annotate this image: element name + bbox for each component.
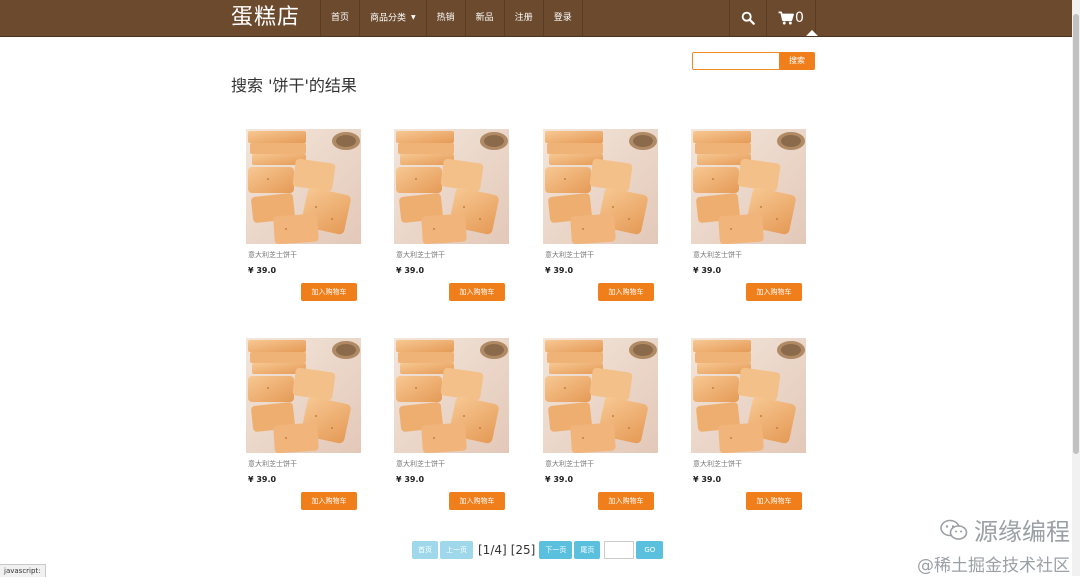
page-last-button[interactable]: 尾页 bbox=[574, 540, 601, 559]
dropdown-pointer bbox=[806, 30, 818, 36]
add-to-cart-button[interactable]: 加入购物车 bbox=[598, 283, 654, 301]
product-card: 意大利芝士饼干 ¥ 39.0 加入购物车 bbox=[394, 338, 510, 510]
biscuit-photo-icon bbox=[394, 129, 509, 244]
wechat-icon bbox=[940, 519, 968, 540]
cart-count: 0 bbox=[795, 10, 804, 26]
page-prev-button[interactable]: 上一页 bbox=[440, 540, 473, 559]
add-to-cart-button[interactable]: 加入购物车 bbox=[449, 492, 505, 510]
product-price: ¥ 39.0 bbox=[248, 266, 277, 275]
watermark: 源缘编程 @稀土掘金技术社区 bbox=[917, 512, 1070, 576]
cart-icon bbox=[778, 11, 794, 25]
scrollbar-thumb[interactable] bbox=[1073, 14, 1079, 454]
biscuit-photo-icon bbox=[691, 338, 806, 453]
product-name[interactable]: 意大利芝士饼干 bbox=[543, 459, 659, 469]
main-nav: 首页 商品分类 ▼ 热销 新品 注册 登录 bbox=[320, 0, 583, 36]
top-navbar: 蛋糕店 首页 商品分类 ▼ 热销 新品 注册 登录 0 bbox=[0, 0, 1072, 37]
search-button[interactable]: 搜索 bbox=[779, 52, 815, 70]
watermark-subtitle: @稀土掘金技术社区 bbox=[917, 556, 1070, 576]
product-price: ¥ 39.0 bbox=[545, 266, 574, 275]
biscuit-photo-icon bbox=[246, 129, 361, 244]
product-image[interactable] bbox=[543, 129, 658, 244]
product-price: ¥ 39.0 bbox=[248, 475, 277, 484]
product-name[interactable]: 意大利芝士饼干 bbox=[394, 250, 510, 260]
pagination: 首页 上一页 [1/4] [25] 下一页 尾页 GO bbox=[412, 540, 665, 559]
product-card: 意大利芝士饼干 ¥ 39.0 加入购物车 bbox=[691, 129, 807, 301]
product-name[interactable]: 意大利芝士饼干 bbox=[246, 459, 362, 469]
biscuit-photo-icon bbox=[246, 338, 361, 453]
nav-new[interactable]: 新品 bbox=[466, 0, 505, 36]
search-input[interactable] bbox=[692, 52, 782, 70]
product-image[interactable] bbox=[691, 129, 806, 244]
product-card: 意大利芝士饼干 ¥ 39.0 加入购物车 bbox=[543, 338, 659, 510]
search-icon bbox=[741, 11, 755, 25]
product-image[interactable] bbox=[394, 338, 509, 453]
brand-logo[interactable]: 蛋糕店 bbox=[231, 3, 300, 33]
product-price: ¥ 39.0 bbox=[396, 266, 425, 275]
page-total: [25] bbox=[510, 542, 536, 557]
page-status: [1/4] bbox=[478, 542, 507, 557]
search-toggle[interactable] bbox=[730, 0, 767, 36]
product-name[interactable]: 意大利芝士饼干 bbox=[691, 250, 807, 260]
nav-categories[interactable]: 商品分类 ▼ bbox=[360, 0, 427, 36]
add-to-cart-button[interactable]: 加入购物车 bbox=[746, 492, 802, 510]
nav-register[interactable]: 注册 bbox=[505, 0, 544, 36]
product-image[interactable] bbox=[246, 129, 361, 244]
page-title: 搜索 '饼干'的结果 bbox=[231, 76, 357, 95]
product-name[interactable]: 意大利芝士饼干 bbox=[246, 250, 362, 260]
nav-login[interactable]: 登录 bbox=[544, 0, 583, 36]
page-jump-input[interactable] bbox=[604, 540, 635, 559]
add-to-cart-button[interactable]: 加入购物车 bbox=[598, 492, 654, 510]
page-next-button[interactable]: 下一页 bbox=[539, 540, 573, 559]
product-card: 意大利芝士饼干 ¥ 39.0 加入购物车 bbox=[394, 129, 510, 301]
product-card: 意大利芝士饼干 ¥ 39.0 加入购物车 bbox=[246, 338, 362, 510]
product-price: ¥ 39.0 bbox=[396, 475, 425, 484]
caret-down-icon: ▼ bbox=[411, 14, 416, 21]
nav-hot[interactable]: 热销 bbox=[427, 0, 466, 36]
page-first-button[interactable]: 首页 bbox=[412, 540, 438, 559]
product-card: 意大利芝士饼干 ¥ 39.0 加入购物车 bbox=[246, 129, 362, 301]
product-image[interactable] bbox=[246, 338, 361, 453]
product-name[interactable]: 意大利芝士饼干 bbox=[691, 459, 807, 469]
product-price: ¥ 39.0 bbox=[545, 475, 574, 484]
product-card: 意大利芝士饼干 ¥ 39.0 加入购物车 bbox=[543, 129, 659, 301]
page-scrollbar[interactable] bbox=[1072, 0, 1080, 576]
add-to-cart-button[interactable]: 加入购物车 bbox=[746, 283, 802, 301]
add-to-cart-button[interactable]: 加入购物车 bbox=[301, 492, 357, 510]
nav-categories-label: 商品分类 bbox=[370, 13, 407, 24]
product-image[interactable] bbox=[543, 338, 658, 453]
product-name[interactable]: 意大利芝士饼干 bbox=[543, 250, 659, 260]
add-to-cart-button[interactable]: 加入购物车 bbox=[449, 283, 505, 301]
page-go-button[interactable]: GO bbox=[636, 540, 664, 559]
product-name[interactable]: 意大利芝士饼干 bbox=[394, 459, 510, 469]
product-card: 意大利芝士饼干 ¥ 39.0 加入购物车 bbox=[691, 338, 807, 510]
biscuit-photo-icon bbox=[394, 338, 509, 453]
nav-right: 0 bbox=[729, 0, 816, 36]
biscuit-photo-icon bbox=[543, 338, 658, 453]
product-image[interactable] bbox=[394, 129, 509, 244]
product-image[interactable] bbox=[691, 338, 806, 453]
add-to-cart-button[interactable]: 加入购物车 bbox=[301, 283, 357, 301]
watermark-title: 源缘编程 bbox=[974, 518, 1070, 546]
biscuit-photo-icon bbox=[543, 129, 658, 244]
biscuit-photo-icon bbox=[691, 129, 806, 244]
product-price: ¥ 39.0 bbox=[693, 475, 722, 484]
status-bar: javascript: bbox=[0, 564, 46, 577]
product-price: ¥ 39.0 bbox=[693, 266, 722, 275]
nav-home[interactable]: 首页 bbox=[321, 0, 361, 36]
